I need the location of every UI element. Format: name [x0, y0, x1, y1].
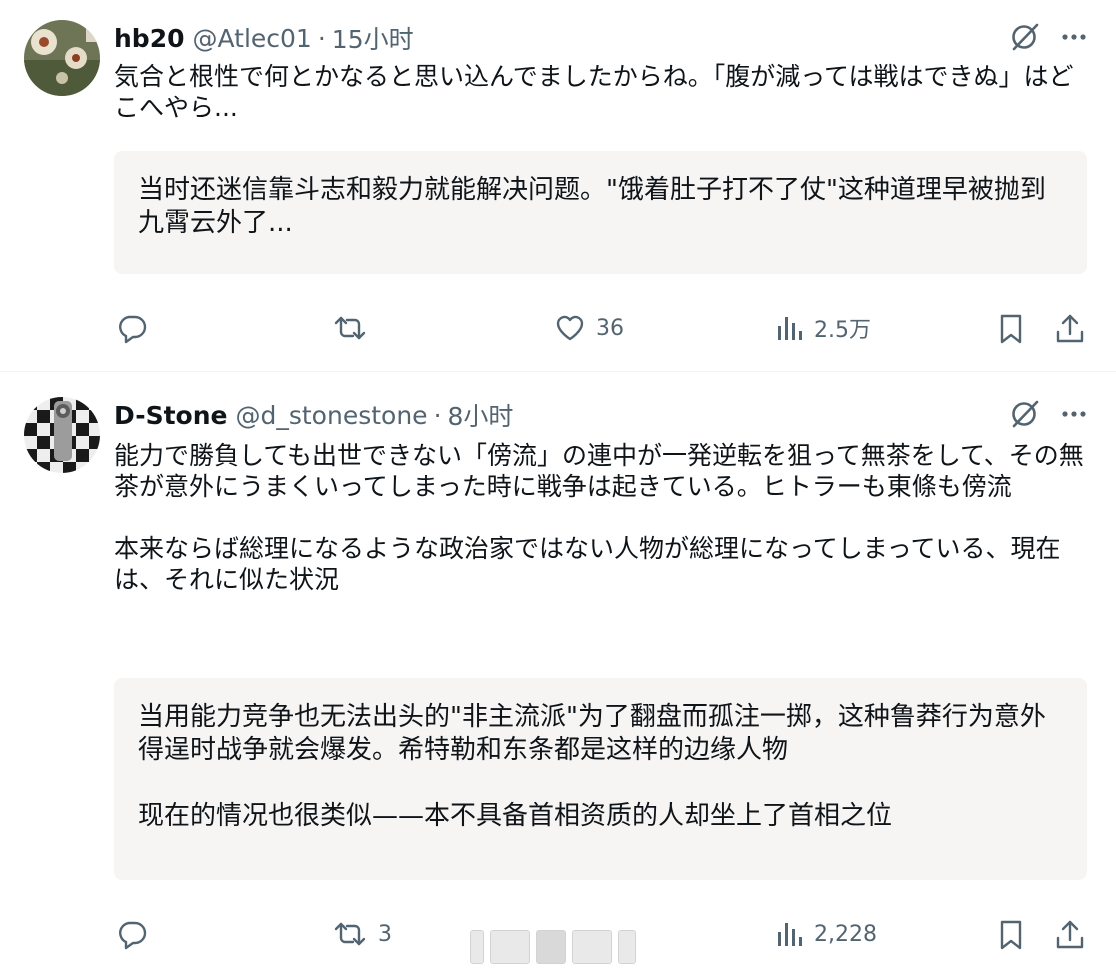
share-icon	[1054, 312, 1086, 346]
bookmark-button[interactable]	[996, 312, 1026, 346]
views-icon	[776, 918, 804, 950]
like-icon	[554, 312, 586, 344]
translation-text: 当时还迷信靠斗志和毅力就能解决问题。"饿着肚子打不了仗"这种道理早被抛到九霄云外…	[138, 175, 1046, 238]
retweet-count: 3	[378, 921, 392, 947]
views-button[interactable]: 2,228	[776, 918, 877, 950]
views-icon	[776, 312, 804, 344]
tweet1-translation: 当时还迷信靠斗志和毅力就能解决问题。"饿着肚子打不了仗"这种道理早被抛到九霄云外…	[114, 151, 1087, 274]
timestamp[interactable]: 8小时	[448, 397, 514, 433]
retweet-button[interactable]: 3	[332, 918, 392, 950]
retweet-button[interactable]	[332, 312, 378, 344]
tweet1-header: hb20 @Atlec01 · 15小时	[114, 20, 414, 56]
grok-icon[interactable]	[1010, 22, 1040, 52]
avatar[interactable]	[24, 397, 100, 473]
display-name[interactable]: D-Stone	[114, 401, 227, 430]
more-icon[interactable]	[1060, 400, 1088, 428]
tweet2-top-actions	[1010, 399, 1088, 429]
retweet-icon	[332, 918, 368, 950]
bookmark-button[interactable]	[996, 918, 1026, 952]
share-button[interactable]	[1054, 918, 1086, 952]
user-handle[interactable]: @Atlec01	[192, 24, 311, 53]
reply-button[interactable]	[116, 312, 158, 344]
more-icon[interactable]	[1060, 23, 1088, 51]
timestamp[interactable]: 15小时	[332, 20, 414, 56]
translation-paragraph-1: 当用能力竞争也无法出头的"非主流派"为了翻盘而孤注一掷，这种鲁莽行为意外得逞时战…	[138, 702, 1046, 765]
retweet-icon	[332, 312, 368, 344]
share-icon	[1054, 918, 1086, 952]
reply-icon	[116, 312, 148, 344]
tweet1-text: 気合と根性で何とかなると思い込んでましたからね。「腹が減っては戦はできぬ」はどこ…	[114, 61, 1094, 123]
watermark-mark	[618, 930, 636, 964]
reply-icon	[116, 918, 148, 950]
tweet-text-paragraph-2: 本来ならば総理になるような政治家ではない人物が総理になってしまっている、現在は、…	[114, 534, 1061, 594]
reply-button[interactable]	[116, 918, 158, 950]
watermark-mark	[572, 930, 612, 964]
like-count: 36	[596, 315, 624, 341]
display-name[interactable]: hb20	[114, 24, 184, 53]
separator: ·	[433, 400, 442, 430]
views-count: 2.5万	[814, 318, 871, 343]
watermark	[470, 928, 650, 966]
views-button[interactable]: 2.5万	[776, 312, 871, 344]
bookmark-icon	[996, 918, 1026, 952]
tweet1-actions: 36 2.5万	[114, 312, 1094, 352]
like-button[interactable]: 36	[554, 312, 624, 344]
tweet2-header: D-Stone @d_stonestone · 8小时	[114, 397, 513, 433]
user-handle[interactable]: @d_stonestone	[235, 401, 427, 430]
tweet1-top-actions	[1010, 22, 1088, 52]
tweet2-translation: 当用能力竞争也无法出头的"非主流派"为了翻盘而孤注一掷，这种鲁莽行为意外得逞时战…	[114, 678, 1087, 880]
watermark-mark	[490, 930, 530, 964]
share-button[interactable]	[1054, 312, 1086, 346]
separator: ·	[317, 23, 326, 53]
translation-paragraph-2: 现在的情况也很类似——本不具备首相资质的人却坐上了首相之位	[138, 801, 893, 831]
views-count: 2,228	[814, 921, 877, 947]
watermark-mark	[470, 930, 484, 964]
tweet-text: 気合と根性で何とかなると思い込んでましたからね。「腹が減っては戦はできぬ」はどこ…	[114, 62, 1074, 122]
watermark-mark	[536, 930, 566, 964]
grok-icon[interactable]	[1010, 399, 1040, 429]
bookmark-icon	[996, 312, 1026, 346]
tweet-text-paragraph-1: 能力で勝負しても出世できない「傍流」の連中が一発逆転を狙って無茶をして、その無茶…	[114, 441, 1084, 501]
avatar[interactable]	[24, 20, 100, 96]
tweet2-text: 能力で勝負しても出世できない「傍流」の連中が一発逆転を狙って無茶をして、その無茶…	[114, 440, 1094, 595]
